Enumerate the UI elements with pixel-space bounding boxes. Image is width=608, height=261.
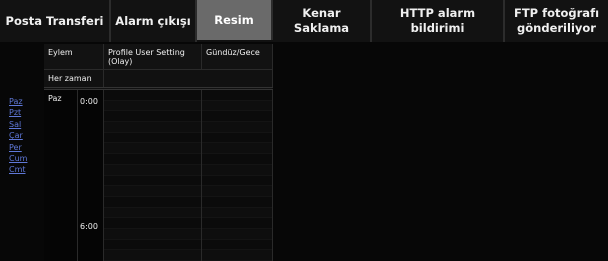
always-row-cells[interactable] [104, 70, 273, 87]
tab-kenar-saklama[interactable]: Kenar Saklama [273, 0, 372, 42]
day-link-car[interactable]: Çar [9, 130, 27, 141]
current-day-label: Paz [48, 94, 62, 103]
day-link-per[interactable]: Per [9, 142, 27, 153]
schedule-cells [104, 90, 273, 261]
time-label-0600: 6:00 [80, 222, 98, 231]
tab-alarm-cikisi[interactable]: Alarm çıkışı [111, 0, 197, 42]
day-link-paz[interactable]: Paz [9, 96, 27, 107]
day-night-schedule-column[interactable] [202, 90, 273, 261]
day-link-cmt[interactable]: Cmt [9, 164, 27, 175]
header-profile: Profile User Setting (Olay) [104, 44, 202, 70]
day-column: Paz [44, 90, 78, 261]
tab-resim[interactable]: Resim [197, 0, 273, 40]
schedule-table: Eylem Profile User Setting (Olay) Gündüz… [44, 44, 273, 261]
profile-schedule-column[interactable] [104, 90, 202, 261]
day-link-pzt[interactable]: Pzt [9, 107, 27, 118]
header-action: Eylem [44, 44, 104, 70]
header-day-night: Gündüz/Gece [202, 44, 273, 70]
always-row-label: Her zaman [44, 70, 104, 87]
day-links: Paz Pzt Sal Çar Per Cum Cmt [9, 96, 27, 176]
day-link-sal[interactable]: Sal [9, 119, 27, 130]
tab-bar: Posta Transferi Alarm çıkışı Resim Kenar… [0, 0, 608, 42]
tab-posta-transferi[interactable]: Posta Transferi [0, 0, 111, 42]
time-label-0000: 0:00 [80, 97, 98, 106]
tab-ftp-fotografi[interactable]: FTP fotoğrafı gönderiliyor [505, 0, 608, 42]
day-link-cum[interactable]: Cum [9, 153, 27, 164]
tab-http-alarm-bildirimi[interactable]: HTTP alarm bildirimi [372, 0, 505, 42]
time-column: 0:00 6:00 [78, 90, 104, 261]
